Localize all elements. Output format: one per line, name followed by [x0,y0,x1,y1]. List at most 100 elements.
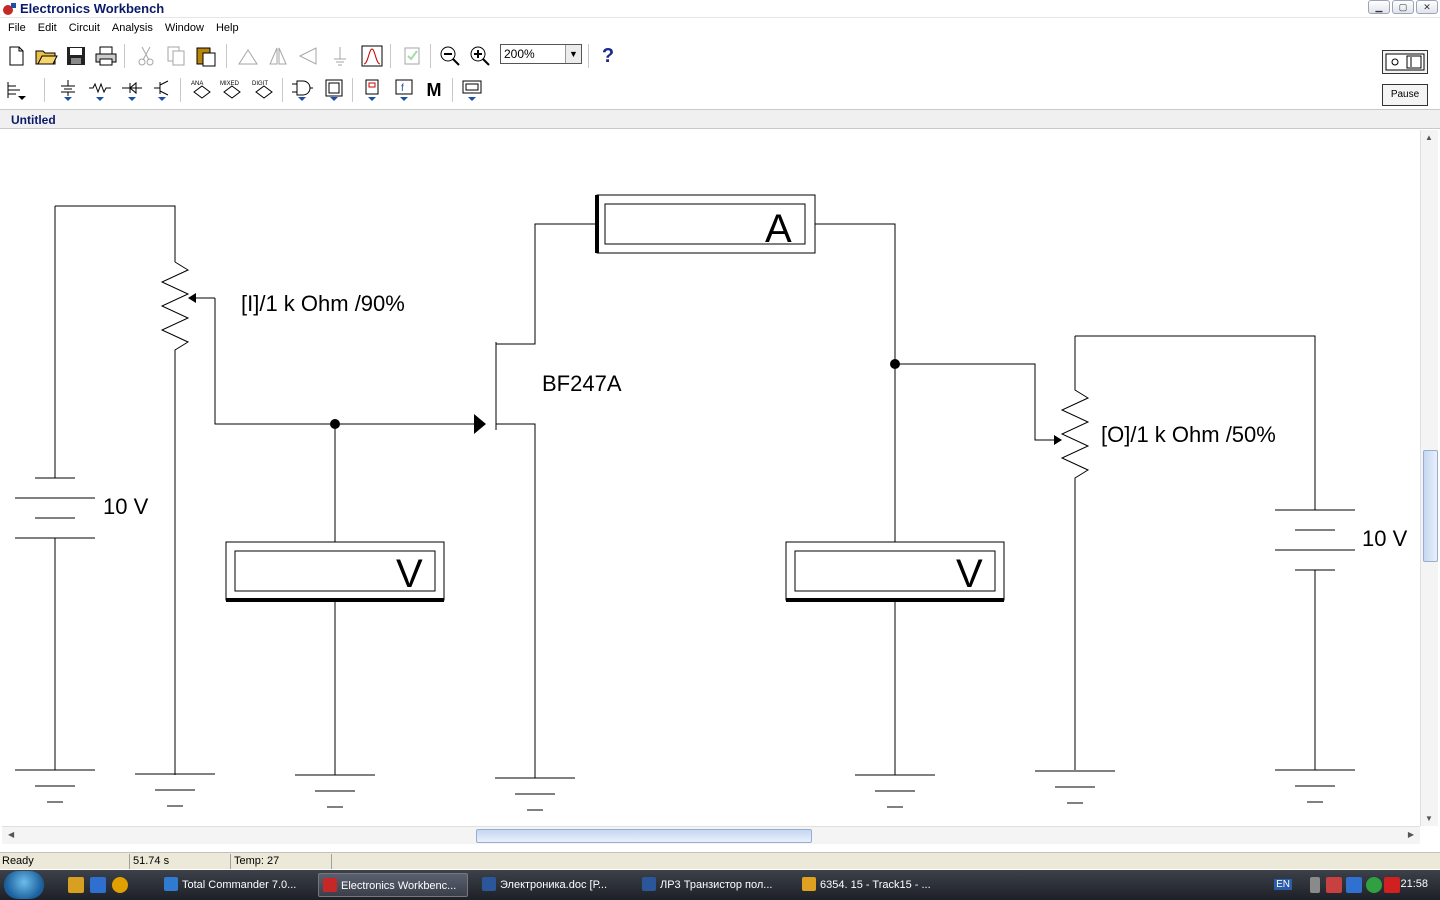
new-file-icon[interactable] [2,42,30,70]
misc-label: M [426,79,442,100]
power-switch-icon [1385,53,1425,71]
favorites-bin-icon[interactable] [2,76,30,104]
circuit-canvas[interactable]: A V V 10 V 10 V [I]/1 k Ohm /90% [O]/1 k… [2,130,1420,826]
battery-right[interactable] [1275,509,1355,571]
zoom-out-icon[interactable] [436,42,464,70]
horizontal-scrollbar[interactable]: ◀ ▶ [2,826,1420,844]
rotate-icon[interactable] [234,42,262,70]
task-word-document-1[interactable]: Электроника.doc [Р... [478,873,628,897]
chevron-down-icon[interactable]: ▼ [565,45,581,63]
tray-icon-4[interactable] [1384,877,1400,893]
minimize-button[interactable]: ▁ [1368,0,1390,14]
task-total-commander[interactable]: Total Commander 7.0... [160,873,310,897]
status-state: Ready [0,854,130,869]
instruments-bin-icon[interactable] [458,76,486,104]
total-commander-icon [164,877,178,891]
quicklaunch-icon-1[interactable] [68,877,84,893]
flip-horizontal-icon[interactable] [264,42,292,70]
tray-icon-3[interactable] [1366,877,1382,893]
quicklaunch-icon-2[interactable] [90,877,106,893]
vertical-scrollbar[interactable]: ▲ ▼ [1420,130,1438,826]
controls-bin-icon[interactable]: f [390,76,418,104]
menu-window[interactable]: Window [159,22,210,34]
zoom-in-icon[interactable] [466,42,494,70]
status-bar: Ready 51.74 s Temp: 27 [0,852,1440,869]
quicklaunch-icon-3[interactable] [112,877,128,893]
vertical-scroll-thumb[interactable] [1423,450,1438,562]
miscellaneous-bin-icon[interactable]: M [420,76,448,104]
tray-icon-2[interactable] [1346,877,1362,893]
transistor-label: BF247A [542,371,622,396]
component-properties-icon[interactable] [398,42,426,70]
status-time: 51.74 s [131,854,231,869]
scroll-left-icon[interactable]: ◀ [8,830,14,839]
digital-ics-bin-icon[interactable]: DIGIT [250,76,278,104]
flip-vertical-icon[interactable] [294,42,322,70]
taskbar: Total Commander 7.0... Electronics Workb… [0,870,1440,900]
wire-gate[interactable] [195,297,480,425]
close-button[interactable]: ✕ [1416,0,1438,14]
wire-drain[interactable] [496,223,597,345]
power-switch[interactable] [1382,50,1428,74]
pot-input-wiper-arrow [188,293,196,303]
transistors-bin-icon[interactable] [148,76,176,104]
pot-output-resistor[interactable] [1060,336,1090,770]
print-icon[interactable] [92,42,120,70]
horizontal-scroll-thumb[interactable] [476,829,812,843]
wire-source[interactable] [496,423,536,778]
logic-gates-bin-icon[interactable] [288,76,316,104]
main-toolbar: 200% ▼ ? [0,39,1440,73]
save-icon[interactable] [62,42,90,70]
scroll-right-icon[interactable]: ▶ [1408,830,1414,839]
task-media-player[interactable]: 6354. 15 - Track15 - ... [798,873,948,897]
task-word-document-2[interactable]: ЛР3 Транзистор пол... [638,873,788,897]
menu-file[interactable]: File [2,22,32,34]
menu-analysis[interactable]: Analysis [106,22,159,34]
scroll-up-icon[interactable]: ▲ [1425,133,1433,142]
pot-input-label: [I]/1 k Ohm /90% [241,291,405,316]
tray-icon-1[interactable] [1326,877,1342,893]
menu-help[interactable]: Help [210,22,245,34]
word-icon [482,877,496,891]
electronics-workbench-icon [323,878,337,892]
copy-icon[interactable] [162,42,190,70]
pot-input-resistor[interactable] [160,261,190,775]
digital-bin-icon[interactable] [320,76,348,104]
language-indicator[interactable]: EN [1274,879,1292,890]
wire-ammeter-right[interactable] [815,223,896,542]
wire-pot-output-wiper[interactable] [895,363,1055,441]
indicators-bin-icon[interactable] [358,76,386,104]
parts-toolbar: ANA MIXED DIGIT f M [0,73,1440,107]
scroll-down-icon[interactable]: ▼ [1425,814,1433,823]
zoom-select[interactable]: 200% ▼ [500,44,582,64]
document-title-bar: Untitled [0,109,1440,129]
analog-ics-bin-icon[interactable]: ANA [188,76,216,104]
clock[interactable]: 21:58 [1400,878,1428,890]
open-folder-icon[interactable] [32,42,60,70]
pause-button[interactable]: Pause [1382,84,1428,106]
diodes-bin-icon[interactable] [118,76,146,104]
start-button[interactable] [4,871,44,899]
paste-icon[interactable] [192,42,220,70]
voltmeter-left-symbol: V [396,552,423,596]
task-electronics-workbench[interactable]: Electronics Workbenc... [318,873,468,897]
tray-expand-icon[interactable] [1310,877,1320,893]
maximize-button[interactable]: ▢ [1392,0,1414,14]
graph-icon[interactable] [358,42,386,70]
subcircuit-icon[interactable] [326,42,354,70]
source-left-label: 10 V [103,494,149,519]
svg-text:DIGIT: DIGIT [252,81,268,87]
sources-bin-icon[interactable] [54,76,82,104]
mixed-ics-bin-icon[interactable]: MIXED [218,76,246,104]
word-icon [642,877,656,891]
battery-left[interactable] [15,477,95,539]
menu-edit[interactable]: Edit [32,22,63,34]
help-icon: ? [601,44,615,67]
ground-symbols [15,769,1355,811]
wire-top-left[interactable] [55,205,176,262]
basic-bin-icon[interactable] [86,76,114,104]
menu-circuit[interactable]: Circuit [63,22,106,34]
schematic[interactable]: A V V 10 V 10 V [I]/1 k Ohm /90% [O]/1 k… [2,130,1420,826]
help-button[interactable]: ? [594,42,622,70]
cut-icon[interactable] [132,42,160,70]
